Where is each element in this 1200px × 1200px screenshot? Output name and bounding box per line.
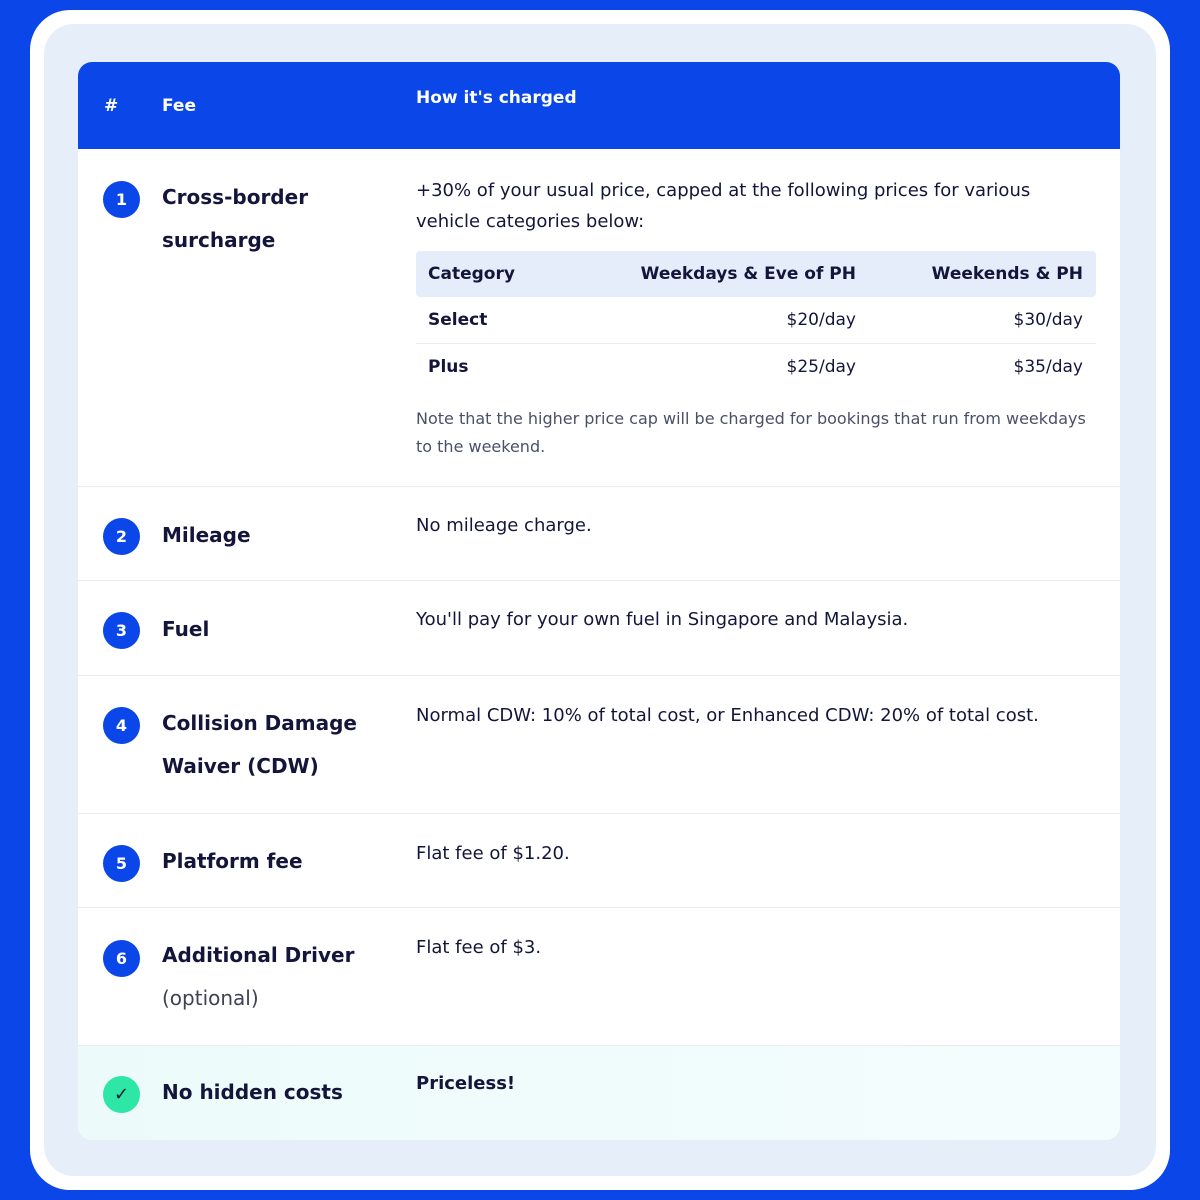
price-cap-note: Note that the higher price cap will be c…: [416, 409, 1086, 456]
table-row: 5 Platform fee Flat fee of $1.20.: [78, 814, 1120, 908]
fee-name-main: Additional Driver: [162, 943, 355, 967]
weekends-header: Weekends & PH: [931, 264, 1083, 284]
category-name: Select: [428, 310, 488, 330]
header-fee: Fee: [162, 96, 196, 116]
fee-description: You'll pay for your own fuel in Singapor…: [416, 609, 909, 630]
table-header: # Fee How it's charged: [78, 62, 1120, 149]
table-row: 4 Collision Damage Waiver (CDW) Normal C…: [78, 676, 1120, 814]
row-number-badge: 2: [103, 518, 140, 555]
header-number: #: [104, 96, 119, 116]
row-number-badge: 5: [103, 845, 140, 882]
row-number-badge: 1: [103, 181, 140, 218]
fees-table: # Fee How it's charged 1 Cross-border su…: [78, 62, 1120, 1140]
category-row-select: Select $20/day $30/day: [416, 297, 1096, 344]
fee-name: Fuel: [162, 617, 210, 641]
fee-name: Mileage: [162, 523, 251, 547]
fee-description: Flat fee of $1.20.: [416, 843, 570, 864]
category-row-plus: Plus $25/day $35/day: [416, 344, 1096, 391]
table-row: 6 Additional Driver (optional) Flat fee …: [78, 908, 1120, 1046]
outer-frame: # Fee How it's charged 1 Cross-border su…: [30, 10, 1170, 1190]
row-number-badge: 3: [103, 612, 140, 649]
row-number-badge: 6: [103, 940, 140, 977]
table-row: 2 Mileage No mileage charge.: [78, 487, 1120, 581]
fee-description: No mileage charge.: [416, 515, 592, 536]
fee-description: Normal CDW: 10% of total cost, or Enhanc…: [416, 705, 1039, 726]
fee-name: Additional Driver (optional): [162, 934, 392, 1020]
fee-description: Priceless!: [416, 1073, 516, 1094]
category-price-table: Category Weekdays & Eve of PH Weekends &…: [416, 251, 1096, 391]
fee-name: Platform fee: [162, 849, 303, 873]
table-row: 3 Fuel You'll pay for your own fuel in S…: [78, 581, 1120, 676]
weekday-price: $20/day: [786, 310, 856, 330]
fee-name: Collision Damage Waiver (CDW): [162, 711, 357, 778]
fee-description: Flat fee of $3.: [416, 937, 542, 958]
fee-name-optional: (optional): [162, 986, 259, 1010]
fee-description: +30% of your usual price, capped at the …: [416, 180, 1031, 232]
weekday-price: $25/day: [786, 357, 856, 377]
inner-panel: # Fee How it's charged 1 Cross-border su…: [44, 24, 1156, 1176]
weekdays-header: Weekdays & Eve of PH: [640, 264, 856, 284]
row-number-badge: 4: [103, 707, 140, 744]
table-row: 1 Cross-border surcharge +30% of your us…: [78, 149, 1120, 487]
header-how-charged: How it's charged: [416, 88, 577, 108]
fee-name: No hidden costs: [162, 1080, 343, 1104]
checkmark-icon: ✓: [103, 1076, 140, 1113]
category-table-header: Category Weekdays & Eve of PH Weekends &…: [416, 251, 1096, 297]
fee-name: Cross-border surcharge: [162, 185, 309, 252]
table-row-no-hidden-costs: ✓ No hidden costs Priceless!: [78, 1046, 1120, 1140]
category-header: Category: [428, 264, 515, 284]
weekend-price: $35/day: [1013, 357, 1083, 377]
weekend-price: $30/day: [1013, 310, 1083, 330]
category-name: Plus: [428, 357, 469, 377]
